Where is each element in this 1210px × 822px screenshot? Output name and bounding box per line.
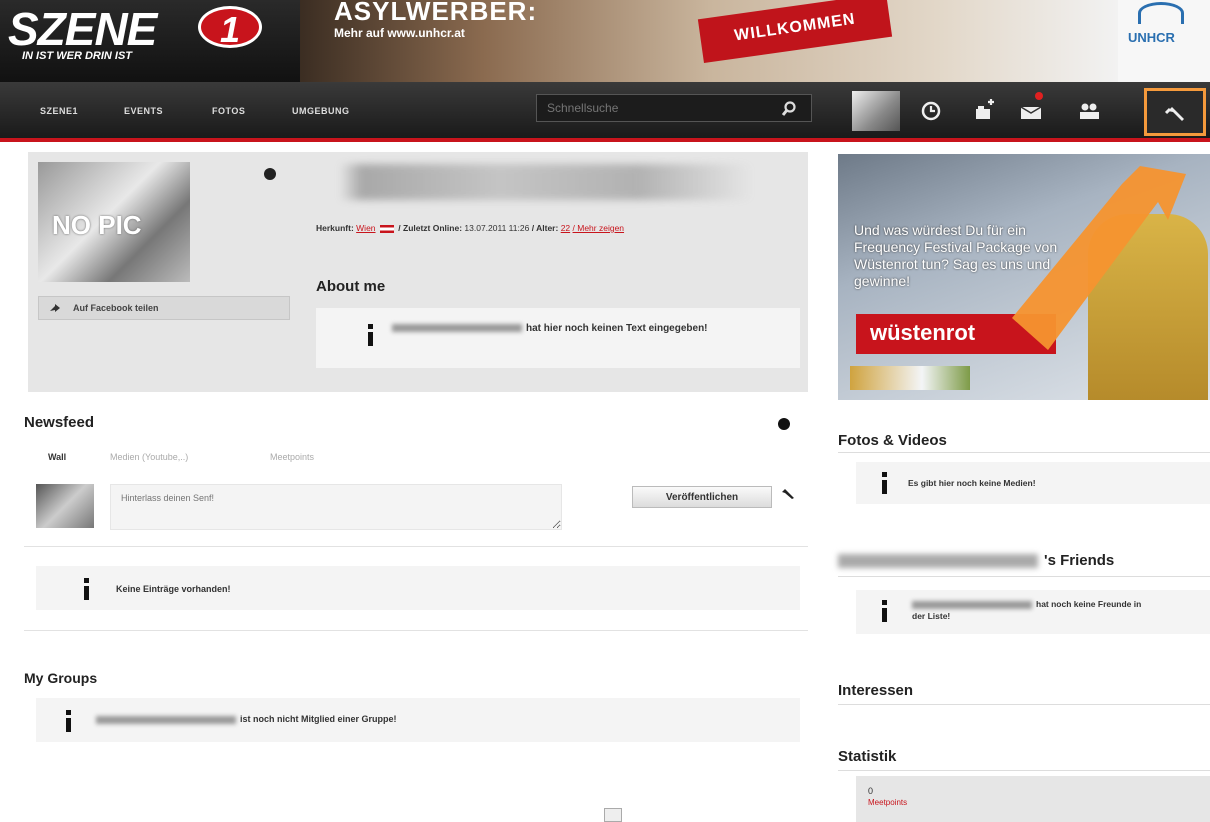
notification-badge [1035, 92, 1043, 100]
header-banner: SZENE 1 IN IST WER DRIN IST ASYLWERBER: … [0, 0, 1210, 82]
facebook-share-label: Auf Facebook teilen [73, 303, 159, 313]
friends-empty-notice: hat noch keine Freunde in der Liste! [856, 590, 1210, 634]
nav-item-events[interactable]: EVENTS [124, 106, 163, 116]
newsfeed-empty-text: Keine Einträge vorhanden! [116, 584, 231, 594]
share-icon [50, 304, 60, 312]
logo-text: SZENE [8, 3, 157, 55]
stat-value: 0 [868, 786, 874, 796]
statistik-box: 0 Meetpoints [856, 776, 1210, 822]
friend-request-icon[interactable] [972, 98, 998, 124]
info-icon [366, 324, 376, 348]
nav-item-fotos[interactable]: FOTOS [212, 106, 245, 116]
info-icon [880, 472, 890, 496]
username-redacted [96, 715, 236, 724]
friends-empty-text: hat noch keine Freunde in der Liste! [912, 599, 1142, 621]
groups-empty-text: ist noch nicht Mitglied einer Gruppe! [96, 714, 397, 724]
friends-title: 's Friends [838, 552, 1210, 569]
more-info-link[interactable]: / Mehr zeigen [573, 223, 625, 233]
info-icon [64, 710, 74, 734]
newsfeed-title: Newsfeed [24, 414, 95, 431]
newsfeed-empty-notice: Keine Einträge vorhanden! [36, 566, 800, 610]
user-avatar[interactable] [852, 91, 900, 131]
ad-subline: Mehr auf www.unhcr.at [334, 26, 465, 40]
main-navbar: SZENE1 EVENTS FOTOS UMGEBUNG [0, 82, 1210, 142]
info-icon [82, 578, 92, 602]
ad-headline: ASYLWERBER: [334, 0, 538, 26]
last-online-value: 13.07.2011 11:26 [464, 223, 530, 233]
post-avatar [36, 484, 94, 528]
fotos-videos-title: Fotos & Videos [838, 432, 947, 449]
wall-post-input[interactable] [110, 484, 562, 530]
info-icon [880, 600, 890, 624]
settings-button[interactable] [1144, 88, 1206, 136]
profile-picture[interactable]: NO PIC [38, 162, 190, 282]
promo-brand: wüstenrot [856, 314, 1056, 354]
username-redacted [392, 324, 522, 333]
newsfeed-options-icon[interactable] [778, 418, 790, 430]
stat-meetpoints-link[interactable]: Meetpoints [868, 798, 907, 807]
austria-flag-icon [379, 224, 394, 233]
divider [838, 704, 1210, 705]
username-redacted [838, 554, 1038, 569]
about-me-box: hat hier noch keinen Text eingegeben! [316, 308, 800, 368]
last-online-label: / Zuletzt Online: [398, 223, 463, 233]
nav-item-szene1[interactable]: SZENE1 [40, 106, 78, 116]
tab-media[interactable]: Medien (Youtube,..) [110, 452, 188, 462]
origin-link[interactable]: Wien [356, 223, 375, 233]
search-box [536, 94, 812, 122]
publish-button[interactable]: Veröffentlichen [632, 486, 772, 508]
ad-banner[interactable]: ASYLWERBER: Mehr auf www.unhcr.at WILLKO… [300, 0, 1210, 82]
promo-person-image [1088, 214, 1208, 400]
statistik-title: Statistik [838, 748, 897, 765]
divider [24, 630, 808, 631]
ad-welcome-sign: WILLKOMMEN [697, 0, 893, 64]
facebook-share-button[interactable]: Auf Facebook teilen [38, 296, 290, 320]
username-redacted [912, 600, 1032, 609]
age-label: / Alter: [531, 223, 559, 233]
my-groups-title: My Groups [24, 670, 98, 686]
search-icon[interactable] [781, 101, 797, 117]
about-me-text: hat hier noch keinen Text eingegeben! [392, 322, 752, 335]
wrench-icon[interactable] [780, 486, 798, 500]
promo-sponsor-logos [850, 366, 970, 390]
interessen-title: Interessen [838, 682, 914, 699]
tab-meetpoints[interactable]: Meetpoints [270, 452, 314, 462]
unhcr-text: UNHCR [1128, 30, 1175, 45]
profile-meta: Herkunft: Wien / Zuletzt Online: 13.07.2… [316, 222, 786, 235]
clock-icon[interactable] [918, 98, 944, 124]
search-input[interactable] [539, 97, 769, 119]
page-footer-icon [604, 808, 622, 822]
origin-label: Herkunft: [316, 223, 354, 233]
groups-empty-notice: ist noch nicht Mitglied einer Gruppe! [36, 698, 800, 742]
wrench-icon [1164, 107, 1184, 121]
site-logo[interactable]: SZENE 1 IN IST WER DRIN IST [0, 0, 300, 82]
nav-item-umgebung[interactable]: UMGEBUNG [292, 106, 350, 116]
logo-number: 1 [198, 6, 262, 50]
divider [24, 546, 808, 547]
about-me-title: About me [316, 278, 386, 295]
mail-icon[interactable] [1018, 98, 1044, 124]
fotos-empty-text: Es gibt hier noch keine Medien! [908, 478, 1036, 488]
users-icon[interactable] [1076, 98, 1102, 124]
unhcr-logo: UNHCR [1118, 0, 1210, 82]
no-pic-label: NO PIC [52, 210, 142, 240]
username-redacted [316, 164, 776, 200]
tab-wall[interactable]: Wall [48, 452, 66, 462]
profile-panel: NO PIC Auf Facebook teilen Herkunft: Wie… [28, 152, 808, 392]
divider [838, 576, 1210, 577]
promo-text: Und was würdest Du für ein Frequency Fes… [854, 222, 1058, 289]
fotos-empty-notice: Es gibt hier noch keine Medien! [856, 462, 1210, 504]
age-link[interactable]: 22 [561, 223, 570, 233]
unhcr-emblem-icon [1138, 2, 1184, 24]
edit-picture-icon[interactable] [264, 168, 276, 180]
divider [838, 770, 1210, 771]
promo-ad[interactable]: Und was würdest Du für ein Frequency Fes… [838, 154, 1210, 400]
divider [838, 452, 1210, 453]
logo-tagline: IN IST WER DRIN IST [22, 50, 132, 62]
